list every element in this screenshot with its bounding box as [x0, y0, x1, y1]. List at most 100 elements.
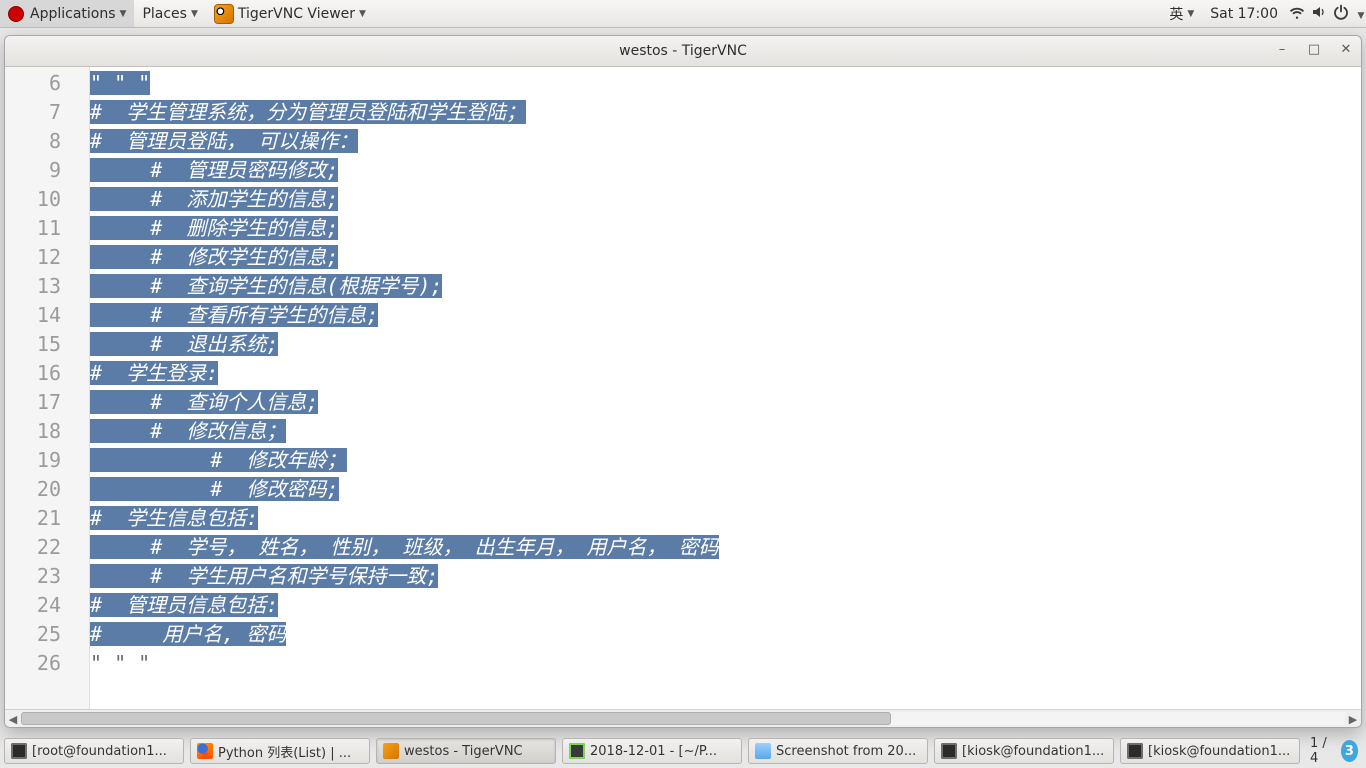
taskbar-item[interactable]: 2018-12-01 - [~/P... [562, 738, 742, 764]
gnome-top-bar: Applications ▼ Places ▼ TigerVNC Viewer … [0, 0, 1366, 28]
line-number-gutter: 67891011121314151617181920212223242526 [5, 67, 90, 709]
line-number: 14 [5, 301, 61, 330]
line-number: 10 [5, 185, 61, 214]
ff-icon [197, 743, 213, 759]
img-icon [755, 743, 771, 759]
taskbar-item[interactable]: [kiosk@foundation1... [1120, 738, 1300, 764]
taskbar-item[interactable]: Screenshot from 20... [748, 738, 928, 764]
line-number: 7 [5, 98, 61, 127]
active-app-menu[interactable]: TigerVNC Viewer ▼ [206, 0, 374, 27]
places-label: Places [142, 6, 187, 22]
selected-text[interactable]: # 学生信息包括: [90, 506, 258, 530]
applications-menu[interactable]: Applications ▼ [0, 0, 134, 27]
code-line[interactable]: # 退出系统; [90, 330, 1361, 359]
line-number: 24 [5, 591, 61, 620]
workspace-indicator[interactable]: 1 / 4 3 [1306, 736, 1362, 766]
taskbar-item[interactable]: Python 列表(List) | ... [190, 738, 370, 764]
code-line[interactable]: # 修改年龄； [90, 446, 1361, 475]
selected-text[interactable]: # 修改信息； [90, 419, 286, 443]
code-area[interactable]: " " " # 学生管理系统，分为管理员登陆和学生登陆； # 管理员登陆， 可以操作… [90, 67, 1361, 709]
code-line[interactable]: " " " [90, 69, 1361, 98]
code-line[interactable]: # 修改学生的信息; [90, 243, 1361, 272]
chevron-down-icon[interactable]: ▼ [1352, 6, 1366, 22]
line-number: 13 [5, 272, 61, 301]
selected-text[interactable]: # 学生管理系统，分为管理员登陆和学生登陆； [90, 100, 526, 124]
selected-text[interactable]: # 学生登录: [90, 361, 218, 385]
code-line[interactable]: # 学生用户名和学号保持一致; [90, 562, 1361, 591]
term-icon [1127, 743, 1143, 759]
code-line[interactable]: # 查询个人信息; [90, 388, 1361, 417]
line-number: 26 [5, 649, 61, 678]
line-number: 8 [5, 127, 61, 156]
window-list-taskbar: [root@foundation1...Python 列表(List) | ..… [4, 736, 1362, 766]
code-line[interactable]: # 学生管理系统，分为管理员登陆和学生登陆； [90, 98, 1361, 127]
line-number: 15 [5, 330, 61, 359]
code-line[interactable]: # 管理员信息包括: [90, 591, 1361, 620]
window-title: westos - TigerVNC [619, 43, 747, 59]
taskbar-item[interactable]: [kiosk@foundation1... [934, 738, 1114, 764]
notification-badge[interactable]: 3 [1341, 740, 1358, 762]
selected-text[interactable]: # 管理员信息包括: [90, 593, 278, 617]
code-line[interactable]: # 学号， 姓名， 性别， 班级， 出生年月， 用户名， 密码 [90, 533, 1361, 562]
ime-label: 英 [1169, 4, 1183, 24]
code-text[interactable]: " " " [90, 651, 150, 675]
code-line[interactable]: # 查看所有学生的信息; [90, 301, 1361, 330]
scroll-left-arrow-icon[interactable]: ◀ [5, 710, 21, 728]
horizontal-scrollbar[interactable]: ◀ ▶ [5, 709, 1361, 727]
window-titlebar[interactable]: westos - TigerVNC – □ ✕ [5, 36, 1361, 67]
selected-text[interactable]: " " " [90, 71, 150, 95]
selected-text[interactable]: # 修改年龄； [90, 448, 347, 472]
code-line[interactable]: " " " [90, 649, 1361, 678]
code-line[interactable]: # 添加学生的信息; [90, 185, 1361, 214]
code-line[interactable]: # 查询学生的信息(根据学号); [90, 272, 1361, 301]
places-menu[interactable]: Places ▼ [134, 0, 205, 27]
chevron-down-icon: ▼ [1187, 9, 1194, 19]
selected-text[interactable]: # 学号， 姓名， 性别， 班级， 出生年月， 用户名， 密码 [90, 535, 719, 559]
line-number: 18 [5, 417, 61, 446]
code-line[interactable]: # 管理员密码修改; [90, 156, 1361, 185]
selected-text[interactable]: # 修改学生的信息; [90, 245, 338, 269]
code-line[interactable]: # 修改密码; [90, 475, 1361, 504]
code-line[interactable]: # 修改信息； [90, 417, 1361, 446]
taskbar-item-label: [kiosk@foundation1... [1148, 744, 1290, 759]
line-number: 25 [5, 620, 61, 649]
redhat-icon [8, 6, 24, 22]
selected-text[interactable]: # 删除学生的信息; [90, 216, 338, 240]
line-number: 21 [5, 504, 61, 533]
scrollbar-thumb[interactable] [21, 712, 891, 725]
line-number: 6 [5, 69, 61, 98]
selected-text[interactable]: # 添加学生的信息; [90, 187, 338, 211]
wifi-icon[interactable] [1286, 4, 1308, 24]
scroll-right-arrow-icon[interactable]: ▶ [1345, 710, 1361, 728]
close-button[interactable]: ✕ [1337, 40, 1355, 58]
code-line[interactable]: # 用户名, 密码 [90, 620, 1361, 649]
selected-text[interactable]: # 退出系统; [90, 332, 278, 356]
maximize-button[interactable]: □ [1305, 40, 1323, 58]
taskbar-item[interactable]: westos - TigerVNC [376, 738, 556, 764]
minimize-button[interactable]: – [1273, 40, 1291, 58]
selected-text[interactable]: # 管理员登陆， 可以操作： [90, 129, 358, 153]
line-number: 20 [5, 475, 61, 504]
selected-text[interactable]: # 查询个人信息; [90, 390, 318, 414]
chevron-down-icon: ▼ [359, 9, 366, 19]
code-line[interactable]: # 学生登录: [90, 359, 1361, 388]
selected-text[interactable]: # 学生用户名和学号保持一致; [90, 564, 438, 588]
code-editor[interactable]: 67891011121314151617181920212223242526 "… [5, 67, 1361, 709]
code-line[interactable]: # 管理员登陆， 可以操作： [90, 127, 1361, 156]
clock[interactable]: Sat 17:00 [1202, 0, 1286, 27]
selected-text[interactable]: # 用户名, 密码 [90, 622, 286, 646]
selected-text[interactable]: # 查看所有学生的信息; [90, 303, 378, 327]
selected-text[interactable]: # 查询学生的信息(根据学号); [90, 274, 442, 298]
code-line[interactable]: # 删除学生的信息; [90, 214, 1361, 243]
power-icon[interactable] [1330, 4, 1352, 24]
taskbar-item[interactable]: [root@foundation1... [4, 738, 184, 764]
taskbar-item-label: 2018-12-01 - [~/P... [590, 744, 717, 759]
ime-indicator[interactable]: 英 ▼ [1161, 0, 1202, 27]
selected-text[interactable]: # 管理员密码修改; [90, 158, 338, 182]
taskbar-item-label: [kiosk@foundation1... [962, 744, 1104, 759]
selected-text[interactable]: # 修改密码; [90, 477, 339, 501]
code-line[interactable]: # 学生信息包括: [90, 504, 1361, 533]
top-bar-right: 英 ▼ Sat 17:00 ▼ [1161, 0, 1366, 27]
volume-icon[interactable] [1308, 4, 1330, 24]
line-number: 9 [5, 156, 61, 185]
